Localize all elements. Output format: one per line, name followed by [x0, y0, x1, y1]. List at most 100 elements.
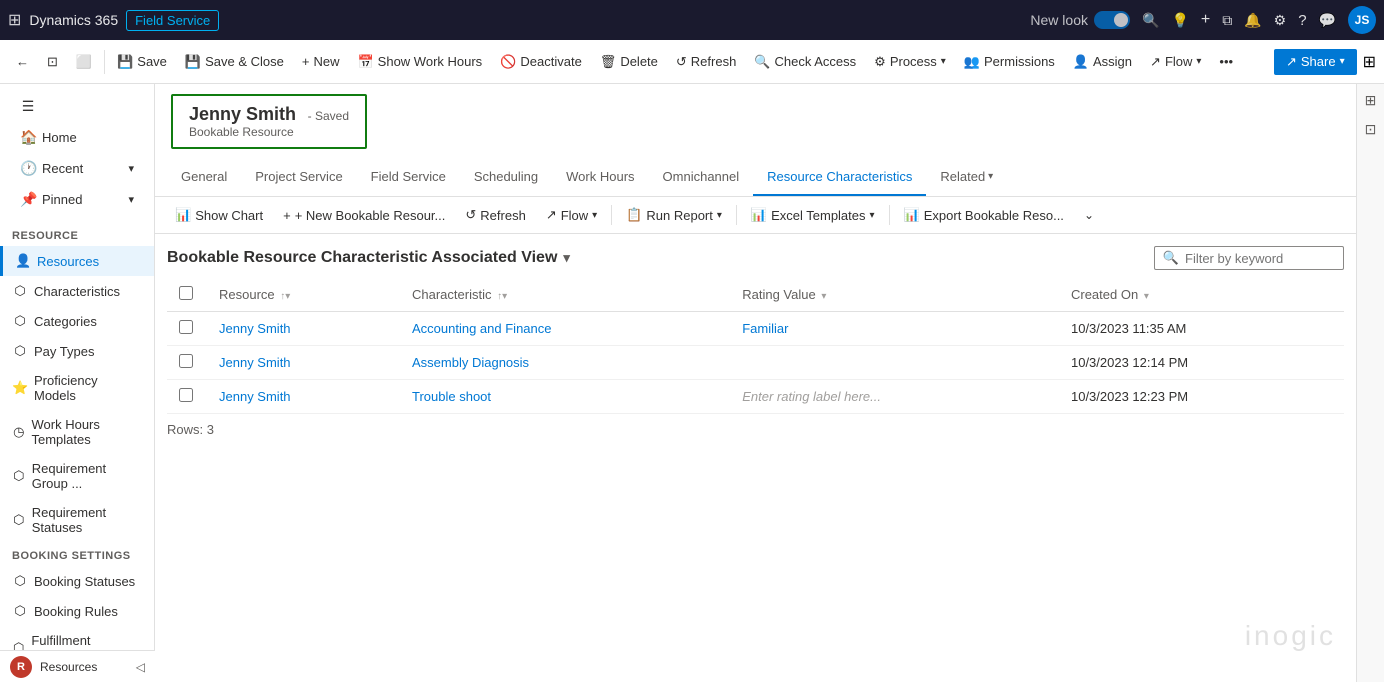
gear-icon[interactable]: ⚙: [1274, 12, 1287, 29]
tab-field-service[interactable]: Field Service: [357, 159, 460, 196]
grid-title-chevron[interactable]: ▾: [563, 250, 570, 266]
tab-project-service[interactable]: Project Service: [241, 159, 356, 196]
process-button[interactable]: ⚙ Process ▾: [866, 50, 954, 74]
window-button[interactable]: ⬜: [68, 50, 100, 74]
side-panel-toggle[interactable]: ⊞: [1363, 52, 1376, 72]
filter-search-icon: 🔍: [1163, 250, 1179, 266]
refresh-button[interactable]: ↺ Refresh: [668, 50, 744, 74]
tab-work-hours-label: Work Hours: [566, 169, 634, 184]
save-button[interactable]: 💾 Save: [109, 50, 175, 74]
run-report-button[interactable]: 📋 Run Report ▾: [618, 203, 730, 227]
row3-resource[interactable]: Jenny Smith: [219, 389, 291, 404]
table-row: Jenny Smith Assembly Diagnosis 10/3/2023…: [167, 346, 1344, 380]
grid-menu-icon[interactable]: ⊞: [8, 10, 21, 30]
pinned-chevron: ▾: [128, 193, 134, 206]
user-avatar[interactable]: JS: [1348, 6, 1376, 34]
sidebar-item-categories[interactable]: ⬡ Categories: [0, 306, 154, 336]
chat-icon[interactable]: 💬: [1319, 12, 1336, 29]
show-work-hours-button[interactable]: 📅 Show Work Hours: [349, 50, 490, 74]
permissions-button[interactable]: 👥 Permissions: [956, 50, 1063, 74]
row2-checkbox[interactable]: [179, 354, 193, 368]
booking-section-header: Booking Settings: [0, 542, 154, 566]
row1-rating[interactable]: Familiar: [742, 321, 788, 336]
lightbulb-icon[interactable]: 💡: [1171, 12, 1188, 29]
deactivate-button[interactable]: 🚫 Deactivate: [492, 50, 590, 74]
row3-created-on: 10/3/2023 12:23 PM: [1071, 389, 1188, 404]
pay-types-label: Pay Types: [34, 344, 94, 359]
assign-button[interactable]: 👤 Assign: [1065, 50, 1140, 74]
select-all-checkbox[interactable]: [179, 286, 193, 300]
sub-sep1: [611, 205, 612, 225]
new-look-switch[interactable]: [1094, 11, 1130, 29]
col-header-resource[interactable]: Resource ↑▾: [207, 278, 400, 312]
sidebar-item-resources[interactable]: 👤 Resources: [0, 246, 154, 276]
export-button[interactable]: 📊 Export Bookable Reso...: [896, 203, 1072, 227]
show-chart-button[interactable]: 📊 Show Chart: [167, 203, 271, 227]
save-close-button[interactable]: 💾 Save & Close: [177, 50, 292, 74]
row2-characteristic[interactable]: Assembly Diagnosis: [412, 355, 529, 370]
new-button[interactable]: + New: [294, 50, 348, 73]
share-button[interactable]: ↗ Share ▾: [1274, 49, 1357, 75]
tab-related[interactable]: Related ▾: [926, 159, 1007, 196]
sidebar-item-characteristics[interactable]: ⬡ Characteristics: [0, 276, 154, 306]
sidebar-item-requirement-statuses[interactable]: ⬡ Requirement Statuses: [0, 498, 154, 542]
tab-scheduling-label: Scheduling: [474, 169, 538, 184]
right-panel-icon1[interactable]: ⊞: [1365, 92, 1377, 109]
back-button[interactable]: ←: [8, 50, 37, 73]
app-title-badge[interactable]: Field Service: [126, 10, 219, 31]
tab-omnichannel[interactable]: Omnichannel: [649, 159, 754, 196]
work-hours-icon: 📅: [357, 54, 373, 70]
search-icon[interactable]: 🔍: [1142, 12, 1159, 29]
new-bookable-button[interactable]: + + New Bookable Resour...: [275, 204, 453, 227]
right-panel: ⊞ ⊡: [1356, 84, 1384, 682]
sidebar-collapse-icon[interactable]: ☰: [12, 92, 142, 121]
sidebar-item-recent[interactable]: 🕐 Recent ▾: [12, 154, 142, 183]
delete-button[interactable]: 🗑 Delete: [592, 50, 666, 74]
resource-sort-icon: ↑▾: [280, 291, 290, 302]
row3-checkbox[interactable]: [179, 388, 193, 402]
sub-more-button[interactable]: ⌄: [1076, 204, 1102, 226]
grid-flow-button[interactable]: ↗ Flow ▾: [538, 203, 605, 227]
created-sort-icon: ▾: [1144, 291, 1149, 302]
sidebar-item-proficiency-models[interactable]: ⭐ Proficiency Models: [0, 366, 154, 410]
sidebar-item-pay-types[interactable]: ⬡ Pay Types: [0, 336, 154, 366]
more-button[interactable]: •••: [1211, 50, 1241, 73]
sub-sep2: [736, 205, 737, 225]
flow-button[interactable]: ↗ Flow ▾: [1142, 50, 1209, 74]
sidebar-item-requirement-group[interactable]: ⬡ Requirement Group ...: [0, 454, 154, 498]
col-header-characteristic[interactable]: Characteristic ↑▾: [400, 278, 730, 312]
excel-templates-button[interactable]: 📊 Excel Templates ▾: [743, 203, 883, 227]
deactivate-icon: 🚫: [500, 54, 516, 70]
process-chevron: ▾: [941, 56, 946, 67]
tab-general-label: General: [181, 169, 227, 184]
col-header-rating-value[interactable]: Rating Value ▾: [730, 278, 1059, 312]
row1-resource[interactable]: Jenny Smith: [219, 321, 291, 336]
sidebar-item-booking-statuses[interactable]: ⬡ Booking Statuses: [0, 566, 154, 596]
bell-icon[interactable]: 🔔: [1244, 12, 1261, 29]
check-access-button[interactable]: 🔍 Check Access: [746, 50, 864, 74]
add-icon[interactable]: +: [1201, 11, 1210, 29]
req-statuses-icon: ⬡: [12, 512, 26, 528]
expand-button[interactable]: ⊡: [39, 50, 66, 74]
sidebar-item-work-hours-templates[interactable]: ◷ Work Hours Templates: [0, 410, 154, 454]
tab-general[interactable]: General: [167, 159, 241, 196]
sidebar-item-booking-rules[interactable]: ⬡ Booking Rules: [0, 596, 154, 626]
row3-rating[interactable]: Enter rating label here...: [742, 389, 881, 404]
filter-icon[interactable]: ⧉: [1222, 12, 1232, 29]
tab-scheduling[interactable]: Scheduling: [460, 159, 552, 196]
share-icon: ↗: [1286, 54, 1297, 70]
question-icon[interactable]: ?: [1298, 12, 1306, 29]
sidebar-item-pinned[interactable]: 📌 Pinned ▾: [12, 185, 142, 214]
right-panel-icon2[interactable]: ⊡: [1365, 121, 1377, 138]
row1-checkbox[interactable]: [179, 320, 193, 334]
tab-resource-characteristics[interactable]: Resource Characteristics: [753, 159, 926, 196]
row2-resource[interactable]: Jenny Smith: [219, 355, 291, 370]
sidebar-item-home[interactable]: 🏠 Home: [12, 123, 142, 152]
row1-characteristic[interactable]: Accounting and Finance: [412, 321, 551, 336]
grid-refresh-button[interactable]: ↺ Refresh: [457, 203, 533, 227]
tab-work-hours[interactable]: Work Hours: [552, 159, 648, 196]
col-header-created-on[interactable]: Created On ▾: [1059, 278, 1344, 312]
row3-characteristic[interactable]: Trouble shoot: [412, 389, 491, 404]
filter-input[interactable]: [1185, 251, 1335, 266]
sidebar-bottom-expand[interactable]: ◁: [136, 660, 145, 674]
